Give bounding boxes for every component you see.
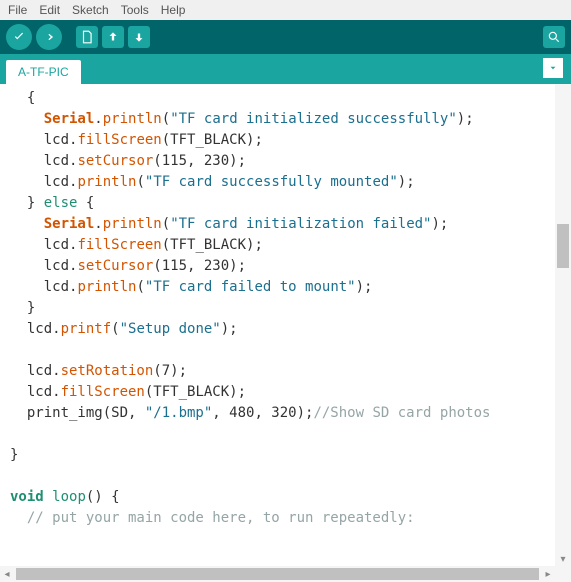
verify-button[interactable] (6, 24, 32, 50)
serial-monitor-button[interactable] (543, 26, 565, 48)
code-editor[interactable]: { Serial.println("TF card initialized su… (0, 84, 555, 566)
editor-area: { Serial.println("TF card initialized su… (0, 84, 571, 566)
upload-button[interactable] (36, 24, 62, 50)
tabbar: A-TF-PIC (0, 54, 571, 84)
tab-menu-button[interactable] (543, 58, 563, 78)
menu-sketch[interactable]: Sketch (68, 2, 113, 18)
arrow-right-icon (42, 30, 56, 44)
menu-file[interactable]: File (4, 2, 31, 18)
tab-active[interactable]: A-TF-PIC (6, 60, 81, 84)
horizontal-scrollbar[interactable]: ◂ ▸ (0, 566, 571, 582)
scrollbar-thumb[interactable] (16, 568, 539, 580)
save-sketch-button[interactable] (128, 26, 150, 48)
chevron-down-icon (548, 63, 558, 73)
arrow-down-icon (132, 30, 146, 44)
scroll-right-arrow-icon[interactable]: ▸ (541, 569, 555, 580)
scroll-left-arrow-icon[interactable]: ◂ (0, 569, 14, 580)
arrow-up-icon (106, 30, 120, 44)
scrollbar-thumb[interactable] (557, 224, 569, 268)
menu-edit[interactable]: Edit (35, 2, 64, 18)
new-sketch-button[interactable] (76, 26, 98, 48)
menu-tools[interactable]: Tools (117, 2, 153, 18)
check-icon (12, 30, 26, 44)
menu-help[interactable]: Help (157, 2, 190, 18)
scroll-down-arrow-icon[interactable]: ▾ (555, 552, 571, 566)
magnifier-icon (547, 30, 561, 44)
toolbar (0, 20, 571, 54)
menubar: File Edit Sketch Tools Help (0, 0, 571, 20)
file-icon (80, 30, 94, 44)
vertical-scrollbar[interactable]: ▾ (555, 84, 571, 566)
open-sketch-button[interactable] (102, 26, 124, 48)
